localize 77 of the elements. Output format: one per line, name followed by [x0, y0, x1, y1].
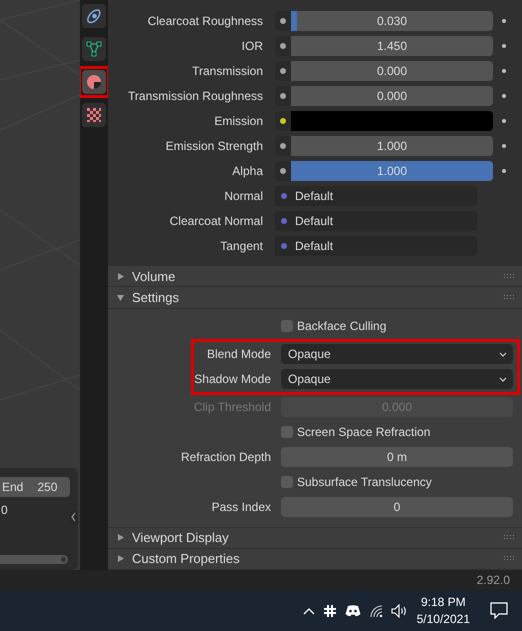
socket-button[interactable]: [275, 110, 291, 130]
panel-header[interactable]: Settings: [108, 287, 522, 308]
chevron-down-icon: [499, 352, 507, 356]
sphere-icon: [86, 74, 102, 90]
expand-icon: [117, 272, 124, 280]
panel-header[interactable]: Custom Properties: [108, 548, 522, 570]
number-field[interactable]: 0.000: [291, 86, 493, 106]
clock[interactable]: 9:18 PM 5/10/2021: [416, 594, 470, 628]
input-label: Clearcoat Normal: [168, 214, 264, 228]
properties-tab[interactable]: [82, 37, 106, 61]
version-label: 2.92.0: [476, 573, 510, 587]
expand-icon: [117, 534, 124, 542]
number-field[interactable]: 0.000: [291, 60, 493, 80]
checkbox[interactable]: [281, 320, 293, 332]
input-label: Alpha: [231, 164, 264, 178]
number-field[interactable]: 0: [281, 497, 513, 517]
checkbox[interactable]: [281, 476, 293, 488]
properties-tab[interactable]: [82, 103, 106, 127]
setting-label: Blend Mode: [206, 347, 272, 361]
number-field[interactable]: 1.000: [291, 136, 493, 156]
speaker-icon[interactable]: [390, 604, 407, 618]
panel-header[interactable]: Viewport Display: [108, 528, 522, 549]
color-swatch[interactable]: [291, 110, 493, 130]
keyframe-dot-icon[interactable]: [502, 118, 506, 122]
number-field[interactable]: 0 m: [281, 447, 513, 467]
input-label: Tangent: [219, 238, 264, 252]
keyframe-dot-icon[interactable]: [502, 68, 506, 72]
input-label: Transmission Roughness: [127, 88, 264, 102]
checkbox-label: Screen Space Refraction: [297, 425, 430, 439]
expand-icon: [117, 555, 124, 562]
chevron-up-icon[interactable]: [302, 606, 315, 614]
collapse-icon: [117, 294, 124, 301]
socket-button[interactable]: [275, 160, 291, 180]
checkbox-label: Subsurface Translucency: [297, 475, 432, 489]
hash-icon[interactable]: [322, 604, 337, 618]
input-label: Clearcoat Roughness: [146, 14, 264, 28]
orbit-icon: [86, 8, 102, 24]
socket-button[interactable]: [275, 10, 291, 30]
link-field[interactable]: Default: [275, 236, 477, 256]
triangle-mesh-icon: [86, 41, 102, 57]
keyframe-dot-icon[interactable]: [502, 44, 506, 48]
input-label: Normal: [223, 188, 264, 202]
socket-button[interactable]: [275, 60, 291, 80]
value-slider[interactable]: 0.030: [291, 10, 493, 30]
dropdown[interactable]: Opaque: [281, 369, 513, 389]
notification-icon[interactable]: [490, 602, 508, 619]
wifi-icon[interactable]: [368, 604, 383, 618]
setting-label: Shadow Mode: [194, 372, 272, 386]
link-field[interactable]: Default: [275, 210, 477, 230]
input-label: Transmission: [191, 64, 264, 78]
gamepad-icon[interactable]: [344, 604, 361, 616]
number-field[interactable]: 1.450: [291, 36, 493, 56]
checkbox[interactable]: [281, 426, 293, 438]
dropdown[interactable]: Opaque: [281, 344, 513, 364]
socket-button[interactable]: [275, 136, 291, 156]
checkbox-label: Backface Culling: [297, 319, 386, 333]
setting-label: Clip Threshold: [192, 400, 272, 414]
input-label: Emission: [213, 114, 264, 128]
panel-header[interactable]: Volume: [108, 266, 522, 288]
setting-label: Refraction Depth: [180, 450, 272, 464]
scrollbar[interactable]: [0, 555, 68, 564]
current-frame: 0: [0, 497, 78, 517]
keyframe-dot-icon[interactable]: [502, 144, 506, 148]
socket-button[interactable]: [275, 36, 291, 56]
properties-tab[interactable]: [82, 4, 106, 28]
setting-label: Pass Index: [210, 500, 272, 514]
socket-button[interactable]: [275, 86, 291, 106]
input-label: IOR: [240, 38, 264, 52]
input-label: Emission Strength: [164, 138, 264, 152]
end-frame-field[interactable]: End 250: [0, 477, 70, 497]
checker-icon: [86, 107, 102, 123]
link-field[interactable]: Default: [275, 186, 477, 206]
value-slider[interactable]: 1.000: [291, 160, 493, 180]
keyframe-dot-icon[interactable]: [502, 168, 506, 172]
keyframe-dot-icon[interactable]: [502, 18, 506, 22]
chevron-down-icon: [499, 376, 507, 382]
keyframe-dot-icon[interactable]: [502, 94, 506, 98]
